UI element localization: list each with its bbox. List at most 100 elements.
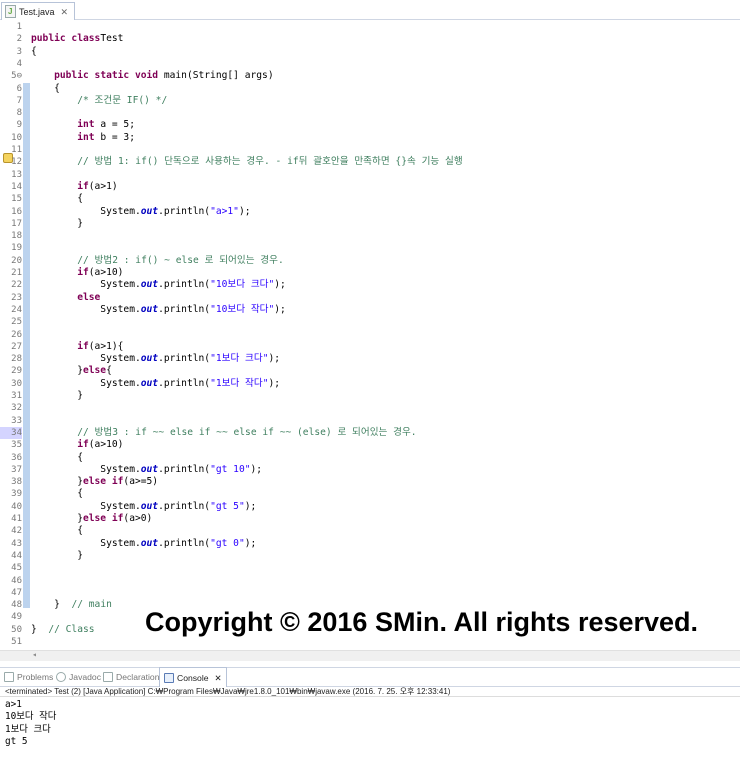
field-token: out: [140, 537, 159, 549]
code-line: 22 System.out.println("10보다 크다");: [0, 279, 740, 291]
horizontal-scrollbar[interactable]: ◂: [0, 650, 740, 661]
string-token: "a>1": [210, 205, 239, 217]
code-line: 20 // 방법2 : if() ~ else 로 되어있는 경우.: [0, 255, 740, 267]
tab-label: Console: [177, 672, 209, 683]
code-token: System.: [31, 463, 141, 475]
tab-label: Test.java: [19, 6, 55, 17]
code-line: 44 }: [0, 550, 740, 562]
code-line: 35 if(a>10): [0, 439, 740, 451]
comment-token: // 방법3 : if ~~ else if ~~ else if ~~ (el…: [77, 426, 417, 438]
string-token: "1보다 작다": [210, 377, 269, 389]
code-token: );: [238, 205, 251, 217]
tab-problems[interactable]: Problems: [4, 668, 53, 686]
code-token: );: [268, 377, 281, 389]
line-number: 18: [11, 231, 22, 242]
close-icon[interactable]: ✕: [61, 4, 69, 20]
line-number: 14: [11, 181, 22, 192]
line-number: 45: [11, 563, 22, 574]
code-text: System.out.println("10보다 크다");: [31, 279, 286, 291]
scroll-left-icon[interactable]: ◂: [32, 650, 37, 659]
code-token: System.: [31, 279, 141, 291]
code-editor[interactable]: 1 2 public classTest 3{4 5⊖ public static vo…: [0, 20, 740, 652]
code-token: (a>1){: [88, 340, 124, 352]
declaration-icon: [103, 672, 113, 682]
console-line: gt 5: [5, 735, 28, 747]
code-token: }: [31, 390, 83, 401]
code-line: 25: [0, 316, 740, 328]
keyword-token: public class: [31, 33, 101, 45]
keyword-token: if: [77, 180, 89, 192]
code-text: }else if(a>=5): [31, 476, 158, 488]
code-text: {: [31, 525, 83, 537]
problems-icon: [4, 672, 14, 682]
close-icon[interactable]: ✕: [215, 669, 222, 687]
code-line: 32: [0, 402, 740, 414]
line-number: 33: [11, 415, 22, 426]
code-line: 27 if(a>1){: [0, 341, 740, 353]
tab-console[interactable]: Console ✕: [159, 667, 227, 687]
code-token: a = 5;: [94, 119, 135, 131]
tab-declaration[interactable]: Declaration: [103, 668, 159, 686]
code-line: 16 System.out.println("a>1");: [0, 206, 740, 218]
tab-test-java[interactable]: Test.java ✕: [1, 2, 76, 20]
code-line: 45: [0, 562, 740, 574]
code-line: 12 // 방법 1: if() 단독으로 사용하는 경우. - if뒤 괄호안…: [0, 156, 740, 168]
code-text: }: [31, 390, 83, 402]
line-number: 39: [11, 489, 22, 500]
line-number: 5⊖: [11, 71, 22, 82]
line-number: 30: [11, 378, 22, 389]
code-line: 26: [0, 329, 740, 341]
code-line: 3{: [0, 46, 740, 58]
line-number: 47: [11, 587, 22, 598]
code-text: if(a>10): [31, 439, 123, 451]
line-number: 4: [16, 58, 22, 69]
line-number: 24: [11, 304, 22, 315]
field-token: out: [140, 377, 159, 389]
comment-token: // Class: [48, 623, 95, 635]
code-token: }: [31, 623, 49, 635]
console-output[interactable]: a>1 10보다 작다 1보다 크다 gt 5: [0, 696, 740, 769]
line-number: 12: [11, 157, 22, 168]
keyword-token: if: [77, 439, 89, 451]
line-number: 20: [11, 255, 22, 266]
line-number: 7: [16, 95, 22, 106]
line-number: 35: [11, 440, 22, 451]
code-line: 36 {: [0, 452, 740, 464]
code-text: if(a>10): [31, 267, 123, 279]
line-number: 16: [11, 206, 22, 217]
tab-javadoc[interactable]: Javadoc: [56, 668, 101, 686]
code-line: 39 {: [0, 488, 740, 500]
code-token: b = 3;: [94, 131, 135, 143]
code-text: System.out.println("gt 5");: [31, 501, 256, 513]
line-number: 49: [11, 612, 22, 623]
code-line: 28 System.out.println("1보다 크다");: [0, 353, 740, 365]
copyright-watermark: Copyright © 2016 SMin. All rights reserv…: [145, 607, 699, 637]
code-token: .println(: [158, 377, 211, 389]
code-token: }: [31, 217, 83, 229]
code-line: 29 }else{: [0, 365, 740, 377]
code-token: (a>10): [88, 439, 124, 451]
code-token: .println(: [158, 500, 211, 512]
keyword-token: if: [77, 340, 89, 352]
field-token: out: [140, 303, 159, 315]
line-number: 22: [11, 280, 22, 291]
code-line: 13: [0, 169, 740, 181]
code-text: {: [31, 46, 37, 58]
code-text: // 방법 1: if() 단독으로 사용하는 경우. - if뒤 괄호안을 만…: [31, 156, 462, 168]
code-line: 15 {: [0, 193, 740, 205]
code-line: 21 if(a>10): [0, 267, 740, 279]
field-token: out: [140, 500, 159, 512]
line-number: 34: [0, 426, 22, 440]
line-number: 48: [11, 600, 22, 611]
code-text: System.out.println("1보다 크다");: [31, 353, 280, 365]
line-number: 31: [11, 391, 22, 401]
string-token: "10보다 크다": [210, 279, 275, 291]
line-number: 17: [11, 218, 22, 229]
console-line: 10보다 작다: [5, 711, 57, 723]
line-number: 26: [11, 329, 22, 340]
line-number: 11: [11, 145, 22, 155]
code-text: /* 조건문 IF() */: [31, 95, 167, 107]
code-line: 23 else: [0, 292, 740, 304]
